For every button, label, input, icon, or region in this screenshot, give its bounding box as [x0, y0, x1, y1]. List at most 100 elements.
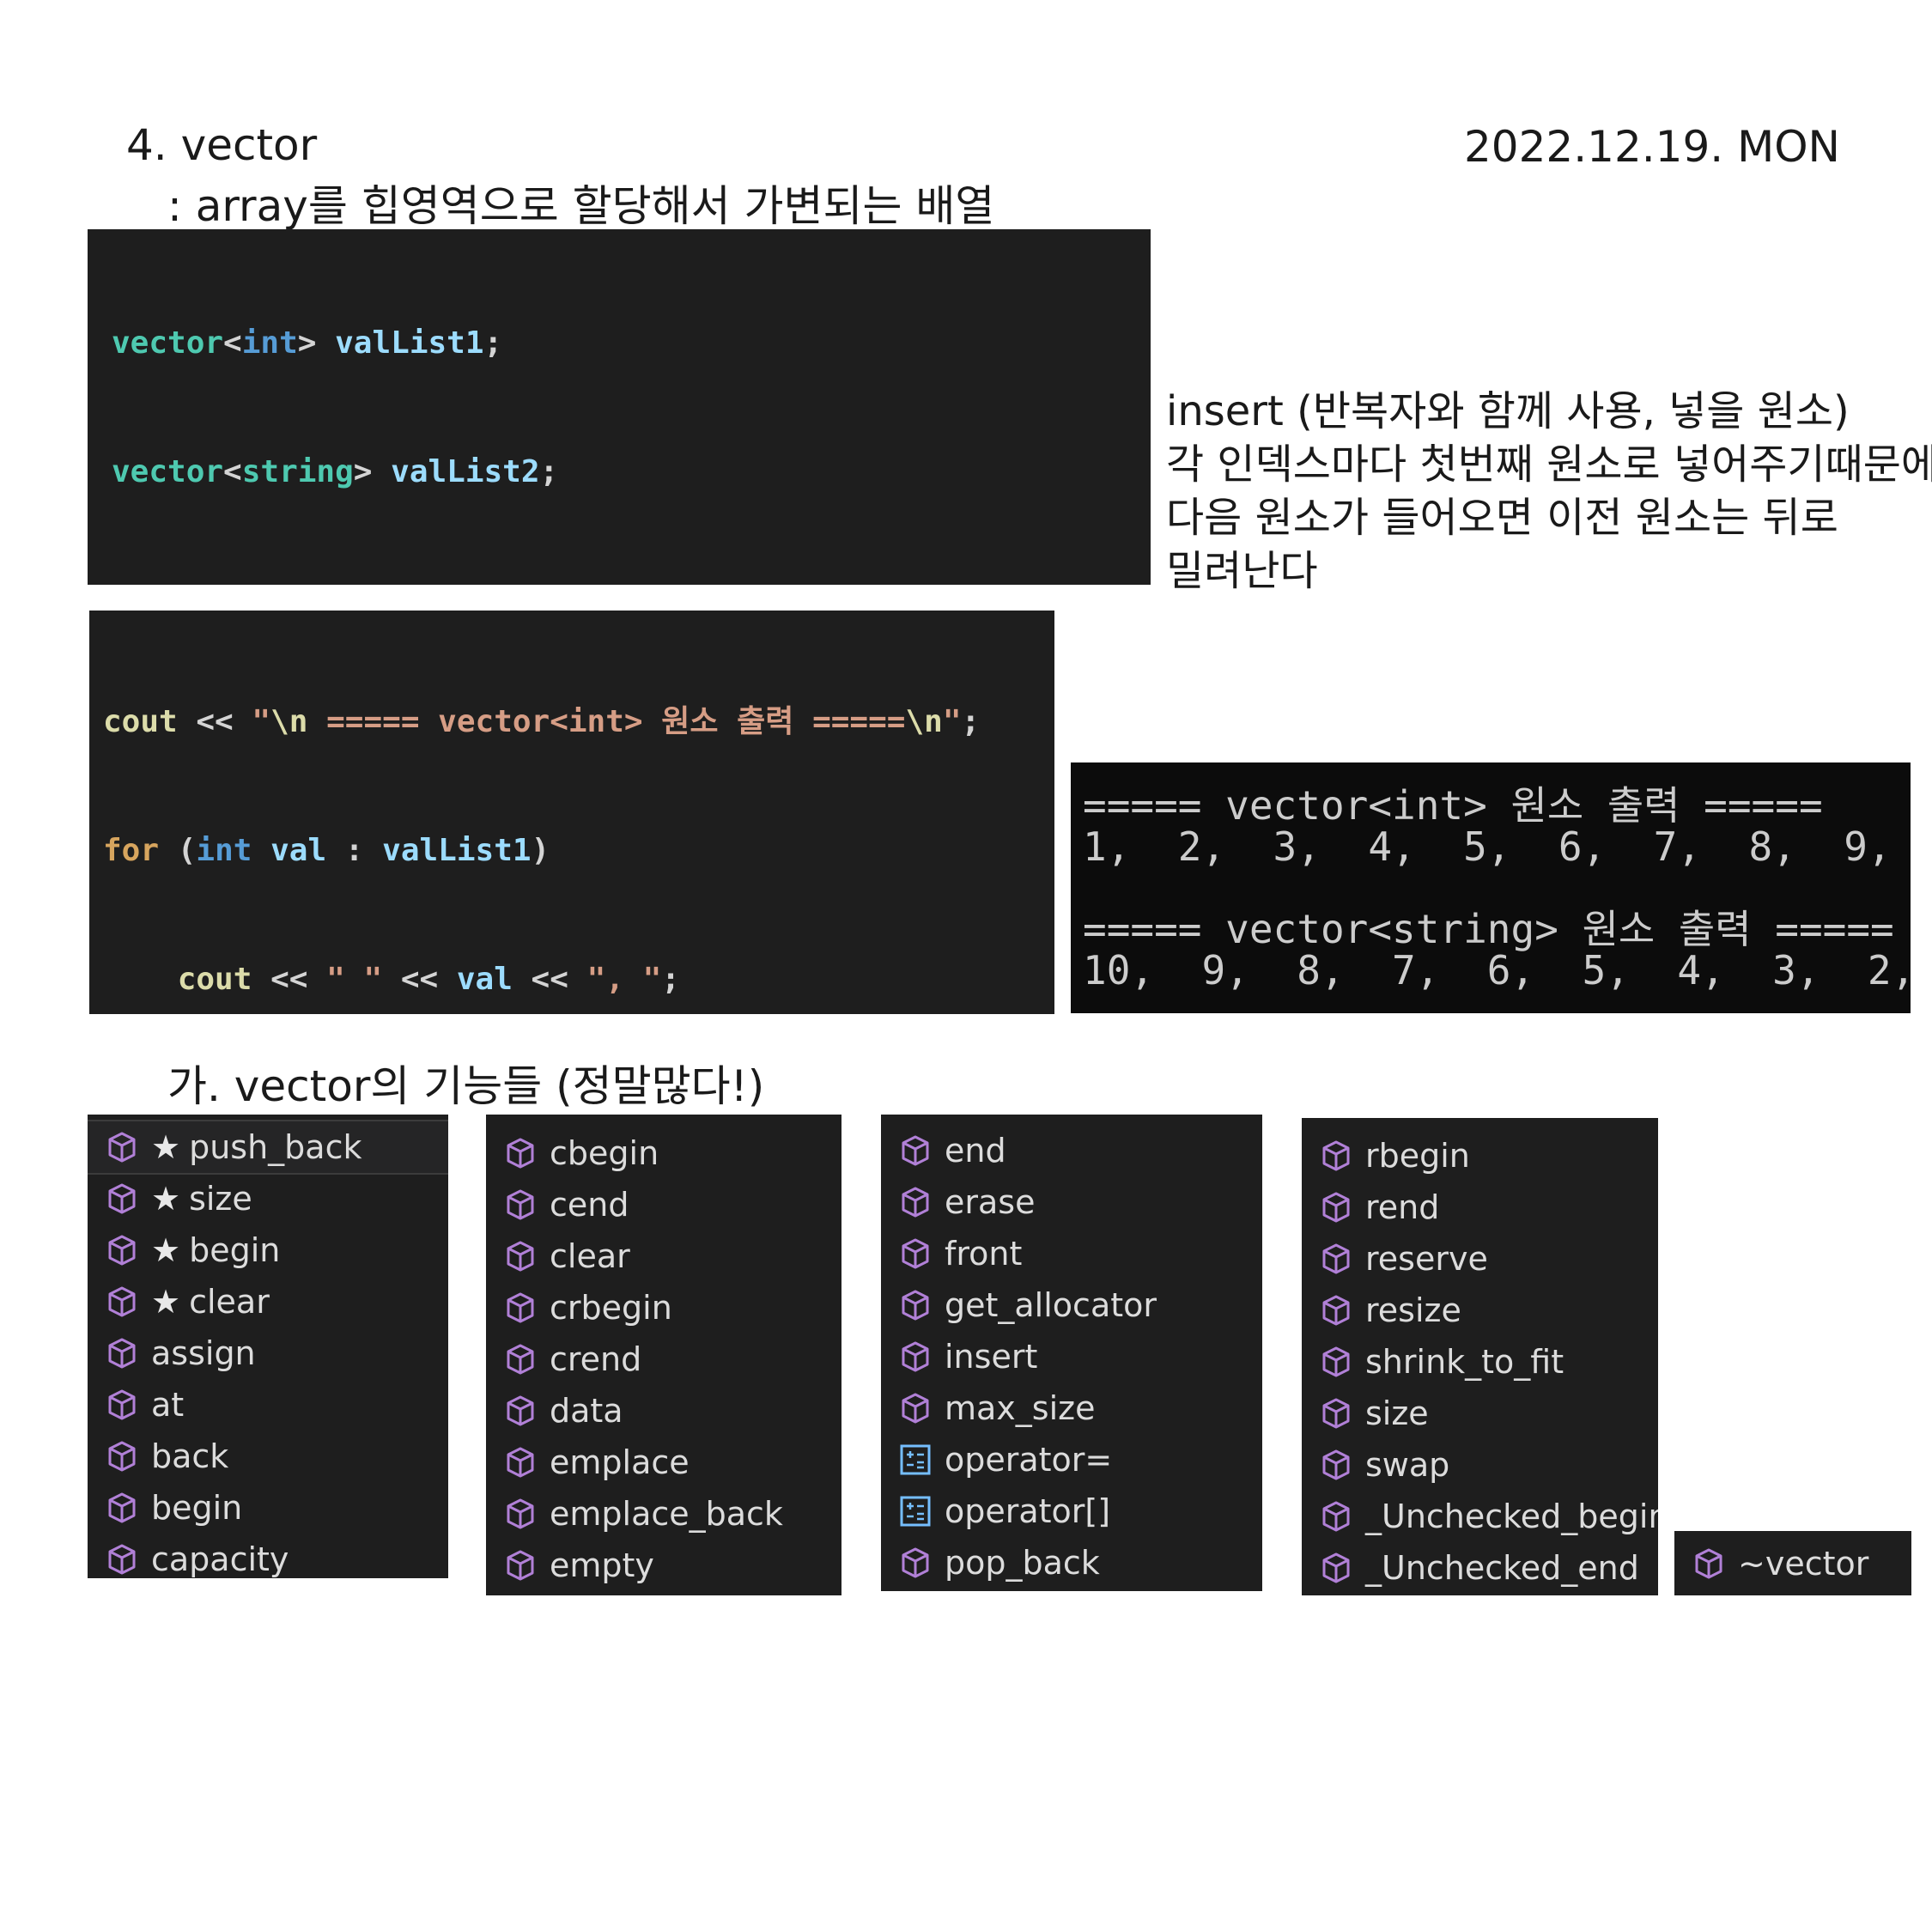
member-list-item[interactable]: operator=	[881, 1434, 1262, 1485]
member-list-item[interactable]: crend	[486, 1334, 841, 1385]
console-line: 10, 9, 8, 7, 6, 5, 4, 3, 2, 1,	[1083, 947, 1911, 993]
member-label: size	[189, 1180, 252, 1218]
member-label: rend	[1365, 1188, 1440, 1226]
member-label: _Unchecked_begin	[1365, 1498, 1658, 1535]
member-label: front	[945, 1235, 1023, 1273]
cube-icon	[105, 1233, 139, 1267]
member-label: empty	[550, 1546, 654, 1584]
cube-icon	[503, 1136, 538, 1170]
member-list-item[interactable]: front	[881, 1228, 1262, 1279]
member-list-item[interactable]: erase	[881, 1176, 1262, 1228]
cube-icon	[503, 1188, 538, 1222]
member-list-item[interactable]: emplace	[486, 1437, 841, 1488]
cube-icon	[898, 1546, 933, 1580]
member-list-item[interactable]: back	[88, 1431, 448, 1482]
member-list-panel-2: cbegin cend clear crbegin crend data emplace em…	[486, 1115, 841, 1595]
member-label: erase	[945, 1183, 1036, 1221]
member-label: get_allocator	[945, 1286, 1157, 1324]
member-label: _Unchecked_end	[1365, 1549, 1639, 1587]
member-label: cbegin	[550, 1134, 659, 1172]
cube-icon	[503, 1342, 538, 1376]
code-block-vector-declarations: vector<int> valList1; vector<string> val…	[88, 229, 1151, 585]
member-list-item[interactable]: resize	[1302, 1285, 1658, 1336]
member-list-item[interactable]: swap	[1302, 1439, 1658, 1491]
member-label: back	[151, 1437, 229, 1475]
member-list-item[interactable]: _Unchecked_begin	[1302, 1491, 1658, 1542]
member-list-item[interactable]: ★ begin	[88, 1224, 448, 1276]
note-line: insert (반복자와 함께 사용, 넣을 원소)	[1166, 387, 1850, 435]
member-list-item[interactable]: rend	[1302, 1182, 1658, 1233]
member-list-item[interactable]: get_allocator	[881, 1279, 1262, 1331]
star-icon: ★	[151, 1283, 181, 1321]
note-line: 각 인덱스마다 첫번째 원소로 넣어주기때문에	[1166, 440, 1932, 489]
cube-icon	[1319, 1190, 1353, 1224]
member-label: cend	[550, 1186, 629, 1224]
member-list-item[interactable]: reserve	[1302, 1233, 1658, 1285]
member-label: crend	[550, 1340, 642, 1378]
member-list-item[interactable]: emplace_back	[486, 1488, 841, 1540]
insert-note: insert (반복자와 함께 사용, 넣을 원소) 각 인덱스마다 첫번째 원소…	[1166, 385, 1932, 598]
member-label: size	[1365, 1394, 1429, 1432]
code-block-output-loops: cout << "\n ===== vector<int> 원소 출력 ====…	[89, 611, 1054, 1014]
member-list-item[interactable]: end	[881, 1125, 1262, 1176]
cube-icon	[898, 1391, 933, 1425]
cube-icon	[1692, 1546, 1726, 1581]
member-list-item[interactable]: size	[1302, 1388, 1658, 1439]
member-list-item[interactable]: begin	[88, 1482, 448, 1534]
member-label: crbegin	[550, 1289, 672, 1327]
page-date: 2022.12.19. MON	[1464, 122, 1840, 172]
member-list-item[interactable]: cend	[486, 1179, 841, 1230]
member-list-item[interactable]: insert	[881, 1331, 1262, 1382]
star-icon: ★	[151, 1231, 181, 1269]
cube-icon	[1319, 1139, 1353, 1173]
member-list-item[interactable]: empty	[486, 1540, 841, 1591]
member-list-item[interactable]: ★ size	[88, 1173, 448, 1224]
cube-icon	[503, 1497, 538, 1531]
member-list-item[interactable]: pop_back	[881, 1537, 1262, 1589]
member-list-item[interactable]: clear	[486, 1230, 841, 1282]
member-label: operator[]	[945, 1492, 1111, 1530]
member-list-item[interactable]: data	[486, 1385, 841, 1437]
member-list-item[interactable]: rbegin	[1302, 1130, 1658, 1182]
member-list-item[interactable]: crbegin	[486, 1282, 841, 1334]
member-list-item[interactable]: shrink_to_fit	[1302, 1336, 1658, 1388]
code-line: for (int val : valList1)	[103, 833, 550, 868]
member-list-item[interactable]: capacity	[88, 1534, 448, 1578]
member-list-item[interactable]: _Unchecked_end	[1302, 1542, 1658, 1594]
member-list-item[interactable]: ~vector	[1674, 1538, 1911, 1589]
cube-icon	[898, 1288, 933, 1322]
member-label: swap	[1365, 1446, 1450, 1484]
page-subtitle: : array를 힙영역으로 할당해서 가변되는 배열	[167, 181, 995, 231]
console-line: ===== vector<string> 원소 출력 =====	[1083, 906, 1894, 952]
member-label: max_size	[945, 1389, 1096, 1427]
cube-icon	[1319, 1551, 1353, 1585]
operator-icon	[898, 1443, 933, 1477]
member-label: clear	[550, 1237, 630, 1275]
member-list-item[interactable]: max_size	[881, 1382, 1262, 1434]
member-list-item[interactable]: operator[]	[881, 1485, 1262, 1537]
code-line: vector<int> valList1;	[112, 325, 503, 361]
cube-icon	[503, 1291, 538, 1325]
cube-icon	[898, 1185, 933, 1219]
member-label: clear	[189, 1283, 270, 1321]
member-list-item[interactable]: ★ clear	[88, 1276, 448, 1327]
star-icon: ★	[151, 1128, 181, 1166]
cube-icon	[105, 1182, 139, 1216]
cube-icon	[105, 1285, 139, 1319]
member-label: shrink_to_fit	[1365, 1343, 1564, 1381]
member-list-panel-1: ★ push_back ★ size ★ begin ★ clear assign at back b…	[88, 1115, 448, 1578]
member-list-item[interactable]: ★ push_back	[88, 1120, 448, 1175]
cube-icon	[503, 1239, 538, 1273]
console-output: ===== vector<int> 원소 출력 ===== 1, 2, 3, 4,…	[1071, 762, 1911, 1013]
cube-icon	[503, 1394, 538, 1428]
member-list-item[interactable]: cbegin	[486, 1127, 841, 1179]
member-label: capacity	[151, 1540, 289, 1578]
member-label: emplace_back	[550, 1495, 783, 1533]
cube-icon	[898, 1133, 933, 1168]
member-list-item[interactable]: assign	[88, 1327, 448, 1379]
member-label: end	[945, 1132, 1006, 1170]
member-list-item[interactable]: at	[88, 1379, 448, 1431]
member-label: emplace	[550, 1443, 690, 1481]
